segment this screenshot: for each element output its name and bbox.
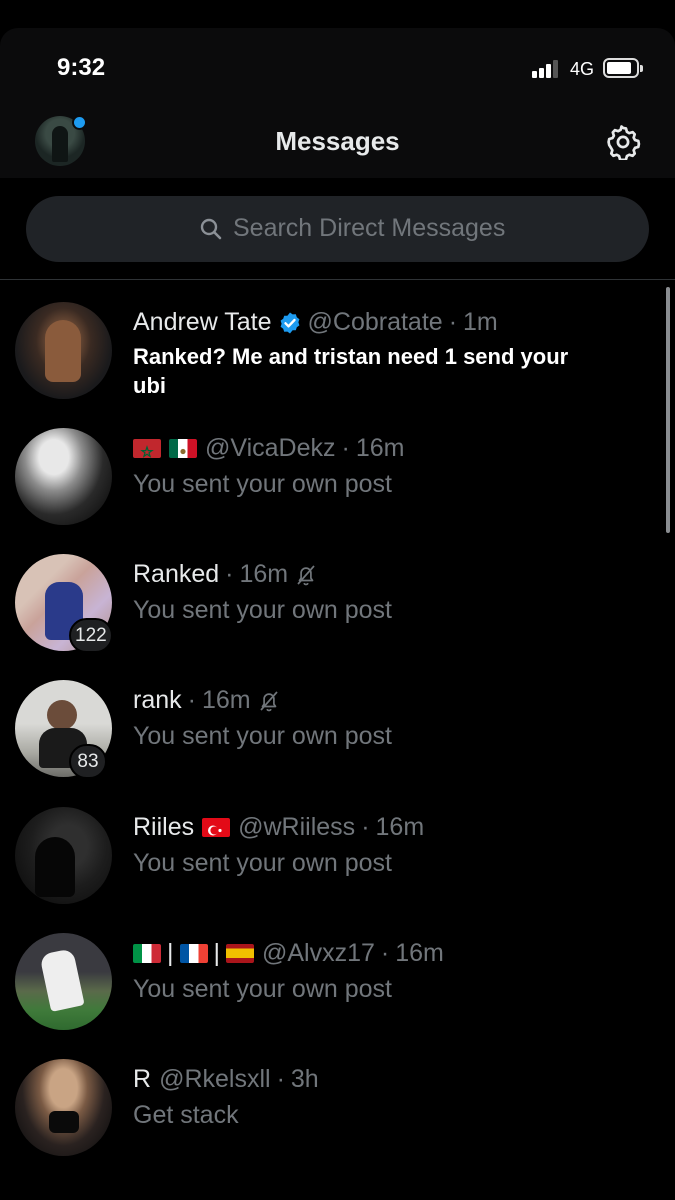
message-preview: You sent your own post: [133, 470, 392, 498]
conversation-header: Ranked · 16m: [133, 560, 318, 589]
avatar: [15, 1059, 112, 1156]
dot-separator: ·: [276, 1065, 285, 1093]
search-icon: [200, 218, 222, 240]
status-bar: 9:32 4G: [0, 28, 675, 108]
conversation-row[interactable]: 83 rank · 16m You sent your own post: [0, 664, 660, 790]
dot-separator: ·: [225, 560, 234, 588]
mexico-flag: [169, 439, 197, 458]
turkey-flag: [202, 818, 231, 837]
battery-icon: [603, 58, 643, 78]
separator: |: [167, 939, 174, 967]
timestamp: 3h: [290, 1065, 319, 1093]
dot-separator: ·: [341, 434, 350, 462]
dot-separator: ·: [187, 686, 196, 714]
conversation-header: Riiles @wRiiless · 16m: [133, 813, 424, 842]
avatar: [15, 428, 112, 525]
conversation-header: rank · 16m: [133, 686, 281, 715]
muted-bell-icon: [259, 690, 278, 711]
page-title: Messages: [275, 126, 400, 156]
screen: 9:32 4G Messages Search Direct Messages: [0, 0, 675, 1200]
message-preview: You sent your own post: [133, 849, 392, 877]
timestamp: 16m: [355, 434, 405, 462]
avatar: [15, 933, 112, 1030]
dot-separator: ·: [361, 813, 370, 841]
conversation-header: | | @Alvxz17 · 16m: [133, 939, 444, 968]
dot-separator: ·: [380, 939, 390, 967]
contact-handle: @Rkelsxll: [159, 1065, 271, 1093]
conversation-row[interactable]: R @Rkelsxll · 3h Get stack: [0, 1043, 660, 1169]
conversation-header: Andrew Tate @Cobratate · 1m: [133, 308, 498, 337]
timestamp: 1m: [463, 308, 498, 336]
france-flag: [179, 944, 208, 963]
separator: |: [213, 939, 221, 967]
header: Messages: [0, 108, 675, 178]
message-preview: You sent your own post: [133, 722, 392, 750]
avatar: [15, 302, 112, 399]
message-preview: You sent your own post: [133, 596, 392, 624]
status-time: 9:32: [57, 54, 106, 81]
timestamp: 16m: [375, 813, 425, 841]
search-placeholder: Search Direct Messages: [233, 214, 506, 242]
conversation-header: @VicaDekz · 16m: [133, 434, 405, 463]
dot-separator: ·: [448, 308, 458, 336]
conversation-row[interactable]: | | @Alvxz17 · 16m You sent your own pos…: [0, 917, 660, 1043]
message-preview: Get stack: [133, 1101, 239, 1129]
scrollbar[interactable]: [666, 287, 670, 533]
contact-handle: @VicaDekz: [205, 434, 336, 462]
conversation-row[interactable]: Riiles @wRiiless · 16m You sent your own…: [0, 791, 660, 917]
avatar: [15, 807, 112, 904]
verified-badge-icon: [280, 312, 299, 333]
morocco-flag: [133, 439, 161, 458]
conversation-row[interactable]: 122 Ranked · 16m You sent your own post: [0, 538, 660, 664]
timestamp: 16m: [239, 560, 289, 588]
search-input[interactable]: Search Direct Messages: [26, 196, 649, 262]
contact-name: Andrew Tate: [133, 308, 272, 336]
conversation-row[interactable]: @VicaDekz · 16m You sent your own post: [0, 412, 660, 538]
contact-handle: @wRiiless: [238, 813, 356, 841]
contact-name: R: [133, 1065, 152, 1093]
signal-icon: [532, 60, 558, 78]
conversation-header: R @Rkelsxll · 3h: [133, 1065, 319, 1094]
unread-count-badge: 83: [69, 744, 107, 779]
contact-name: Ranked: [133, 560, 220, 588]
unread-count-badge: 122: [69, 618, 113, 653]
message-preview: You sent your own post: [133, 975, 392, 1003]
contact-handle: @Cobratate: [307, 308, 443, 336]
contact-name: rank: [133, 686, 182, 714]
contact-name: Riiles: [133, 813, 195, 841]
settings-gear-icon[interactable]: [605, 124, 641, 160]
conversation-row[interactable]: Andrew Tate @Cobratate · 1m Ranked? Me a…: [0, 286, 660, 412]
spain-flag: [226, 944, 254, 963]
timestamp: 16m: [201, 686, 251, 714]
timestamp: 16m: [395, 939, 444, 967]
italy-flag: [133, 944, 161, 963]
divider: [0, 279, 675, 280]
muted-bell-icon: [297, 564, 315, 585]
message-preview: Ranked? Me and tristan need 1 send your …: [133, 344, 569, 398]
network-type: 4G: [570, 59, 595, 79]
contact-handle: @Alvxz17: [262, 939, 375, 967]
